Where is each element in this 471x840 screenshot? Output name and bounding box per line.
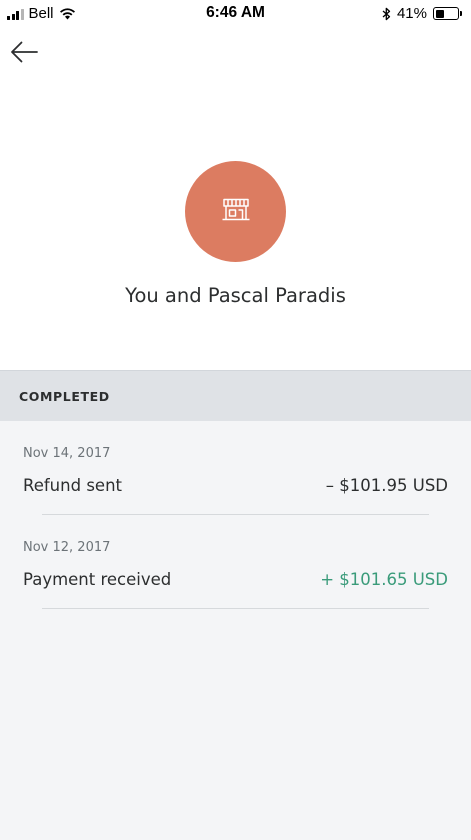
battery-level [435,9,444,18]
battery-icon [433,7,462,20]
activity-list: Nov 14, 2017 Refund sent – $101.95 USD N… [0,421,471,609]
activity-description: Refund sent [23,476,122,495]
activity-date: Nov 14, 2017 [23,446,111,461]
storefront-icon [222,198,249,220]
contact-header: You and Pascal Paradis [0,28,471,370]
section-label: COMPLETED [19,389,110,404]
bluetooth-icon [382,7,391,20]
activity-date: Nov 12, 2017 [23,540,111,555]
activity-description: Payment received [23,570,172,589]
activity-item-payment[interactable]: Nov 12, 2017 Payment received + $101.65 … [0,515,471,609]
merchant-avatar [185,161,286,262]
activity-amount: + $101.65 USD [320,570,448,589]
back-button[interactable] [8,38,40,66]
activity-item-refund[interactable]: Nov 14, 2017 Refund sent – $101.95 USD [0,421,471,515]
battery-percent: 41% [396,5,427,22]
activity-amount: – $101.95 USD [325,476,448,495]
status-bar-right: 41% [382,5,462,22]
contact-title: You and Pascal Paradis [125,284,346,307]
arrow-left-icon [11,41,38,63]
section-header-completed: COMPLETED [0,370,471,421]
status-bar: Bell 6:46 AM 41% [0,0,471,28]
divider [42,608,429,609]
